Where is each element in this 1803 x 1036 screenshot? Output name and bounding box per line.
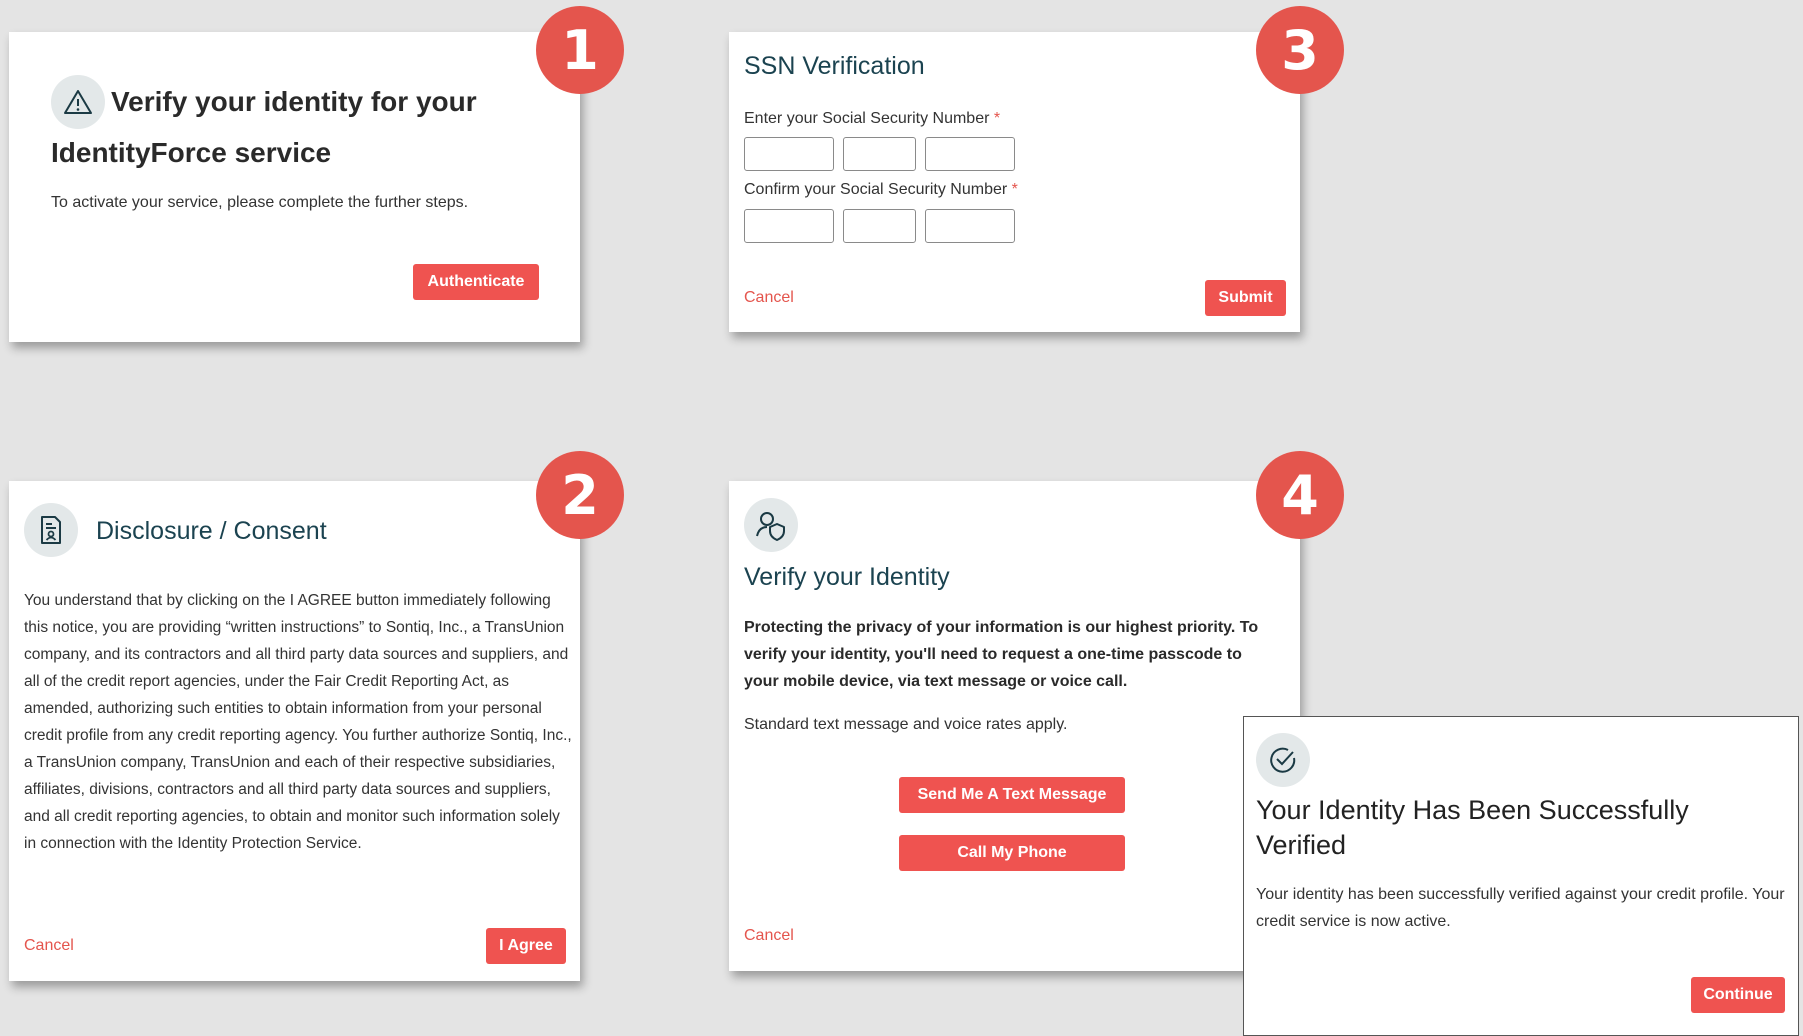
card1-title: Verify your identity for your IdentityFo… <box>51 86 477 168</box>
document-icon <box>24 503 78 557</box>
step-badge-2: 2 <box>536 451 624 539</box>
continue-button[interactable]: Continue <box>1691 977 1785 1013</box>
card5-body: Your identity has been successfully veri… <box>1256 886 1785 930</box>
authenticate-button[interactable]: Authenticate <box>413 264 539 300</box>
check-circle-icon <box>1256 733 1310 787</box>
submit-button[interactable]: Submit <box>1205 280 1286 316</box>
confirm-ssn-label-text: Confirm your Social Security Number <box>744 181 1008 198</box>
enter-ssn-label-text: Enter your Social Security Number <box>744 110 990 127</box>
confirm-ssn-part1-input[interactable] <box>744 209 834 243</box>
call-my-phone-button[interactable]: Call My Phone <box>899 835 1125 871</box>
verify-identity-card: Verify your identity for your IdentityFo… <box>9 32 580 342</box>
step-badge-4: 4 <box>1256 451 1344 539</box>
confirm-ssn-label: Confirm your Social Security Number * <box>744 181 1018 199</box>
confirm-ssn-part2-input[interactable] <box>843 209 916 243</box>
card3-title: SSN Verification <box>744 52 925 80</box>
card1-subtitle: To activate your service, please complet… <box>51 194 469 211</box>
card5-title: Your Identity Has Been Successfully Veri… <box>1256 795 1689 860</box>
cancel-link[interactable]: Cancel <box>744 289 794 307</box>
rates-text: Standard text message and voice rates ap… <box>744 716 1068 733</box>
privacy-text: Protecting the privacy of your informati… <box>744 619 1259 690</box>
cancel-link[interactable]: Cancel <box>24 937 74 955</box>
i-agree-button[interactable]: I Agree <box>486 928 566 964</box>
card2-body: You understand that by clicking on the I… <box>24 592 572 852</box>
card4-title: Verify your Identity <box>744 563 950 591</box>
ssn-verification-card: SSN Verification Enter your Social Secur… <box>729 32 1300 332</box>
card2-title: Disclosure / Consent <box>96 517 327 545</box>
disclosure-consent-card: Disclosure / Consent You understand that… <box>9 481 580 981</box>
send-text-message-button[interactable]: Send Me A Text Message <box>899 777 1125 813</box>
ssn-part2-input[interactable] <box>843 137 916 171</box>
cancel-link[interactable]: Cancel <box>744 927 794 945</box>
required-mark: * <box>1011 181 1018 198</box>
ssn-part1-input[interactable] <box>744 137 834 171</box>
confirm-ssn-part3-input[interactable] <box>925 209 1015 243</box>
user-shield-icon <box>744 498 798 552</box>
required-mark: * <box>993 110 1001 127</box>
step-badge-1: 1 <box>536 6 624 94</box>
ssn-part3-input[interactable] <box>925 137 1015 171</box>
step-badge-3: 3 <box>1256 6 1344 94</box>
verify-identity-otp-card: Verify your Identity Protecting the priv… <box>729 481 1300 971</box>
enter-ssn-label: Enter your Social Security Number * <box>744 110 1000 128</box>
success-card: Your Identity Has Been Successfully Veri… <box>1243 716 1799 1036</box>
